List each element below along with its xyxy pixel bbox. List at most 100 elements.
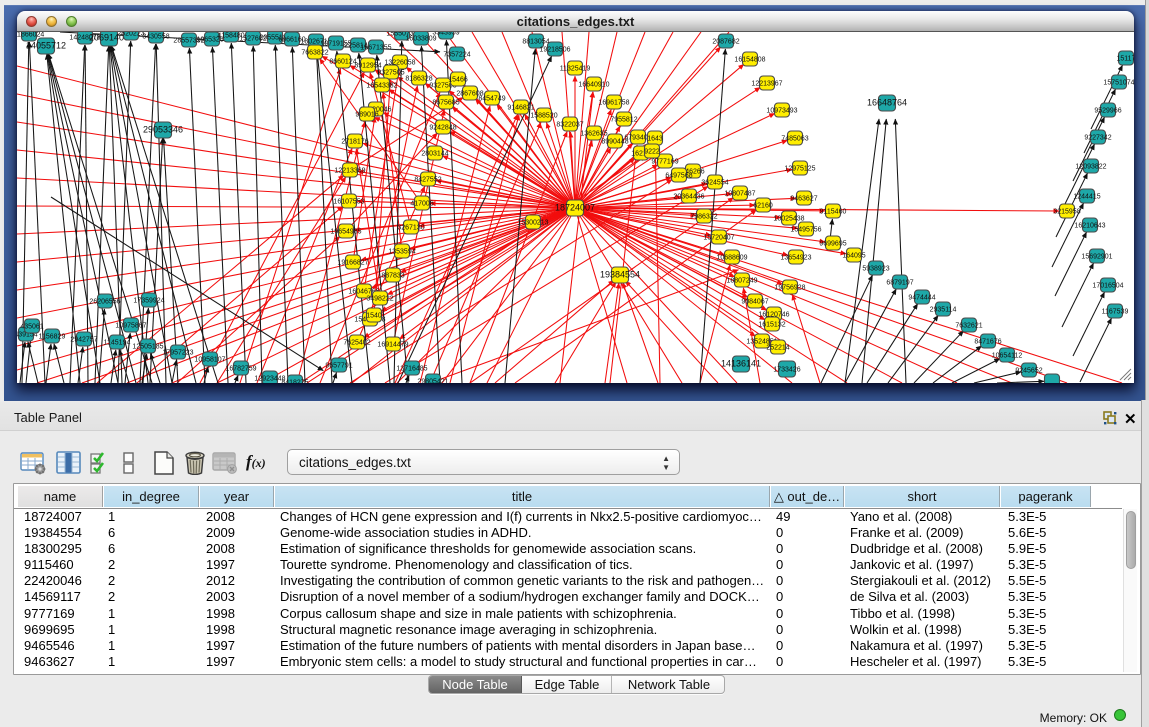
- svg-text:7986322: 7986322: [690, 214, 717, 221]
- svg-text:2087682: 2087682: [712, 39, 739, 46]
- svg-text:15466: 15466: [448, 77, 468, 84]
- svg-text:16640910: 16640910: [578, 82, 609, 89]
- svg-text:10973493: 10973493: [766, 108, 797, 115]
- svg-text:1588520: 1588520: [530, 113, 557, 120]
- svg-text:887833: 887833: [381, 273, 404, 280]
- svg-text:19166827: 19166827: [337, 260, 368, 267]
- svg-text:9474444: 9474444: [908, 295, 935, 302]
- svg-text:3430558: 3430558: [142, 34, 169, 41]
- svg-text:11325419: 11325419: [560, 66, 591, 73]
- svg-text:1244415: 1244415: [1073, 194, 1100, 201]
- svg-text:19756928: 19756928: [774, 285, 805, 292]
- svg-text:14055712: 14055712: [26, 41, 66, 51]
- svg-text:417006: 417006: [410, 201, 433, 208]
- svg-text:6497568: 6497568: [665, 173, 692, 180]
- svg-text:62160: 62160: [753, 203, 773, 210]
- svg-text:2942757: 2942757: [70, 337, 97, 344]
- svg-text:9699695: 9699695: [819, 241, 846, 248]
- svg-text:9327505: 9327505: [377, 70, 404, 77]
- svg-text:1615132: 1615132: [758, 322, 785, 329]
- svg-text:7632621: 7632621: [955, 323, 982, 330]
- svg-text:16107553: 16107553: [333, 199, 364, 206]
- svg-text:8418275: 8418275: [281, 380, 308, 384]
- svg-text:17359924: 17359924: [133, 298, 164, 305]
- svg-text:19218506: 19218506: [539, 47, 570, 54]
- svg-text:1167539: 1167539: [1102, 309, 1129, 316]
- svg-text:10688609: 10688609: [716, 255, 747, 262]
- svg-text:16543382: 16543382: [366, 83, 397, 90]
- svg-text:15117: 15117: [1117, 56, 1134, 63]
- svg-text:164095: 164095: [842, 253, 865, 260]
- svg-text:19384554: 19384554: [600, 270, 640, 280]
- svg-text:10025438: 10025438: [773, 216, 804, 223]
- svg-text:17957223: 17957223: [162, 350, 193, 357]
- svg-text:1145194: 1145194: [104, 340, 131, 347]
- svg-text:1643: 1643: [647, 136, 663, 143]
- svg-text:7485063: 7485063: [781, 136, 808, 143]
- svg-text:1156829: 1156829: [39, 334, 66, 341]
- svg-text:2620223: 2620223: [117, 32, 144, 38]
- svg-text:12505185: 12505185: [132, 344, 163, 351]
- svg-text:12093822: 12093822: [1075, 164, 1106, 171]
- svg-text:16782759: 16782759: [225, 366, 256, 373]
- svg-text:9657791: 9657791: [325, 363, 352, 370]
- svg-text:7663822: 7663822: [301, 50, 328, 57]
- svg-text:12975125: 12975125: [784, 166, 815, 173]
- svg-text:20364436: 20364436: [673, 194, 704, 201]
- svg-text:9115460: 9115460: [820, 209, 847, 216]
- svg-text:1733426: 1733426: [773, 367, 800, 374]
- svg-text:10807487: 10807487: [724, 191, 755, 198]
- svg-text:16961758: 16961758: [598, 100, 629, 107]
- svg-text:2803144: 2803144: [421, 151, 448, 158]
- svg-text:18724007: 18724007: [555, 203, 595, 213]
- svg-text:6879197: 6879197: [886, 280, 913, 287]
- svg-text:2935114: 2935114: [930, 307, 957, 314]
- svg-text:2718176: 2718176: [341, 139, 368, 146]
- svg-text:29805421: 29805421: [417, 379, 448, 384]
- svg-text:26206556: 26206556: [89, 299, 120, 306]
- svg-text:16210643: 16210643: [1074, 223, 1105, 230]
- svg-text:8454749: 8454749: [478, 96, 505, 103]
- svg-text:10958107: 10958107: [194, 357, 225, 364]
- svg-text:8427552: 8427552: [414, 177, 441, 184]
- svg-text:5938923: 5938923: [862, 266, 889, 273]
- svg-text:7625402: 7625402: [343, 340, 370, 347]
- svg-text:19654985: 19654985: [330, 229, 361, 236]
- svg-text:16033809: 16033809: [405, 36, 436, 43]
- svg-text:9777169: 9777169: [651, 159, 678, 166]
- svg-text:8660124: 8660124: [329, 59, 356, 66]
- svg-text:3343959: 3343959: [432, 32, 459, 37]
- svg-text:8813054: 8813054: [522, 39, 549, 46]
- svg-text:10975867: 10975867: [115, 323, 146, 330]
- svg-text:13654923: 13654923: [780, 255, 811, 262]
- svg-text:16154808: 16154808: [734, 57, 765, 64]
- svg-text:989016: 989016: [355, 112, 378, 119]
- svg-text:15300213: 15300213: [517, 220, 548, 227]
- svg-text:252214: 252214: [766, 345, 789, 352]
- svg-text:9245652: 9245652: [1015, 368, 1042, 375]
- svg-text:16671355: 16671355: [360, 45, 391, 52]
- svg-text:3215958: 3215958: [1053, 209, 1080, 216]
- svg-text:13716485: 13716485: [396, 366, 427, 373]
- svg-text:7955812: 7955812: [610, 117, 637, 124]
- svg-text:8675685: 8675685: [432, 100, 459, 107]
- svg-text:9242848: 9242848: [429, 125, 456, 132]
- svg-text:1540: 1540: [366, 313, 382, 320]
- svg-text:29053346: 29053346: [143, 125, 183, 135]
- svg-text:3624554: 3624554: [701, 180, 728, 187]
- svg-text:9463627: 9463627: [790, 196, 817, 203]
- svg-text:8322037: 8322037: [556, 122, 583, 129]
- svg-text:9529966: 9529966: [1094, 108, 1121, 115]
- svg-text:16648764: 16648764: [867, 98, 907, 108]
- svg-text:9227342: 9227342: [1084, 135, 1111, 142]
- svg-text:3267130: 3267130: [397, 225, 424, 232]
- svg-text:9084067: 9084067: [741, 299, 768, 306]
- svg-text:15720407: 15720407: [703, 235, 734, 242]
- svg-text:8186328: 8186328: [405, 76, 432, 83]
- svg-text:15692901: 15692901: [1081, 254, 1112, 261]
- svg-text:18807249: 18807249: [726, 278, 757, 285]
- svg-text:1353594: 1353594: [388, 249, 415, 256]
- svg-text:15751074: 15751074: [1103, 80, 1134, 87]
- svg-text:1362635: 1362635: [580, 131, 607, 138]
- svg-text:8912954: 8912954: [354, 63, 381, 70]
